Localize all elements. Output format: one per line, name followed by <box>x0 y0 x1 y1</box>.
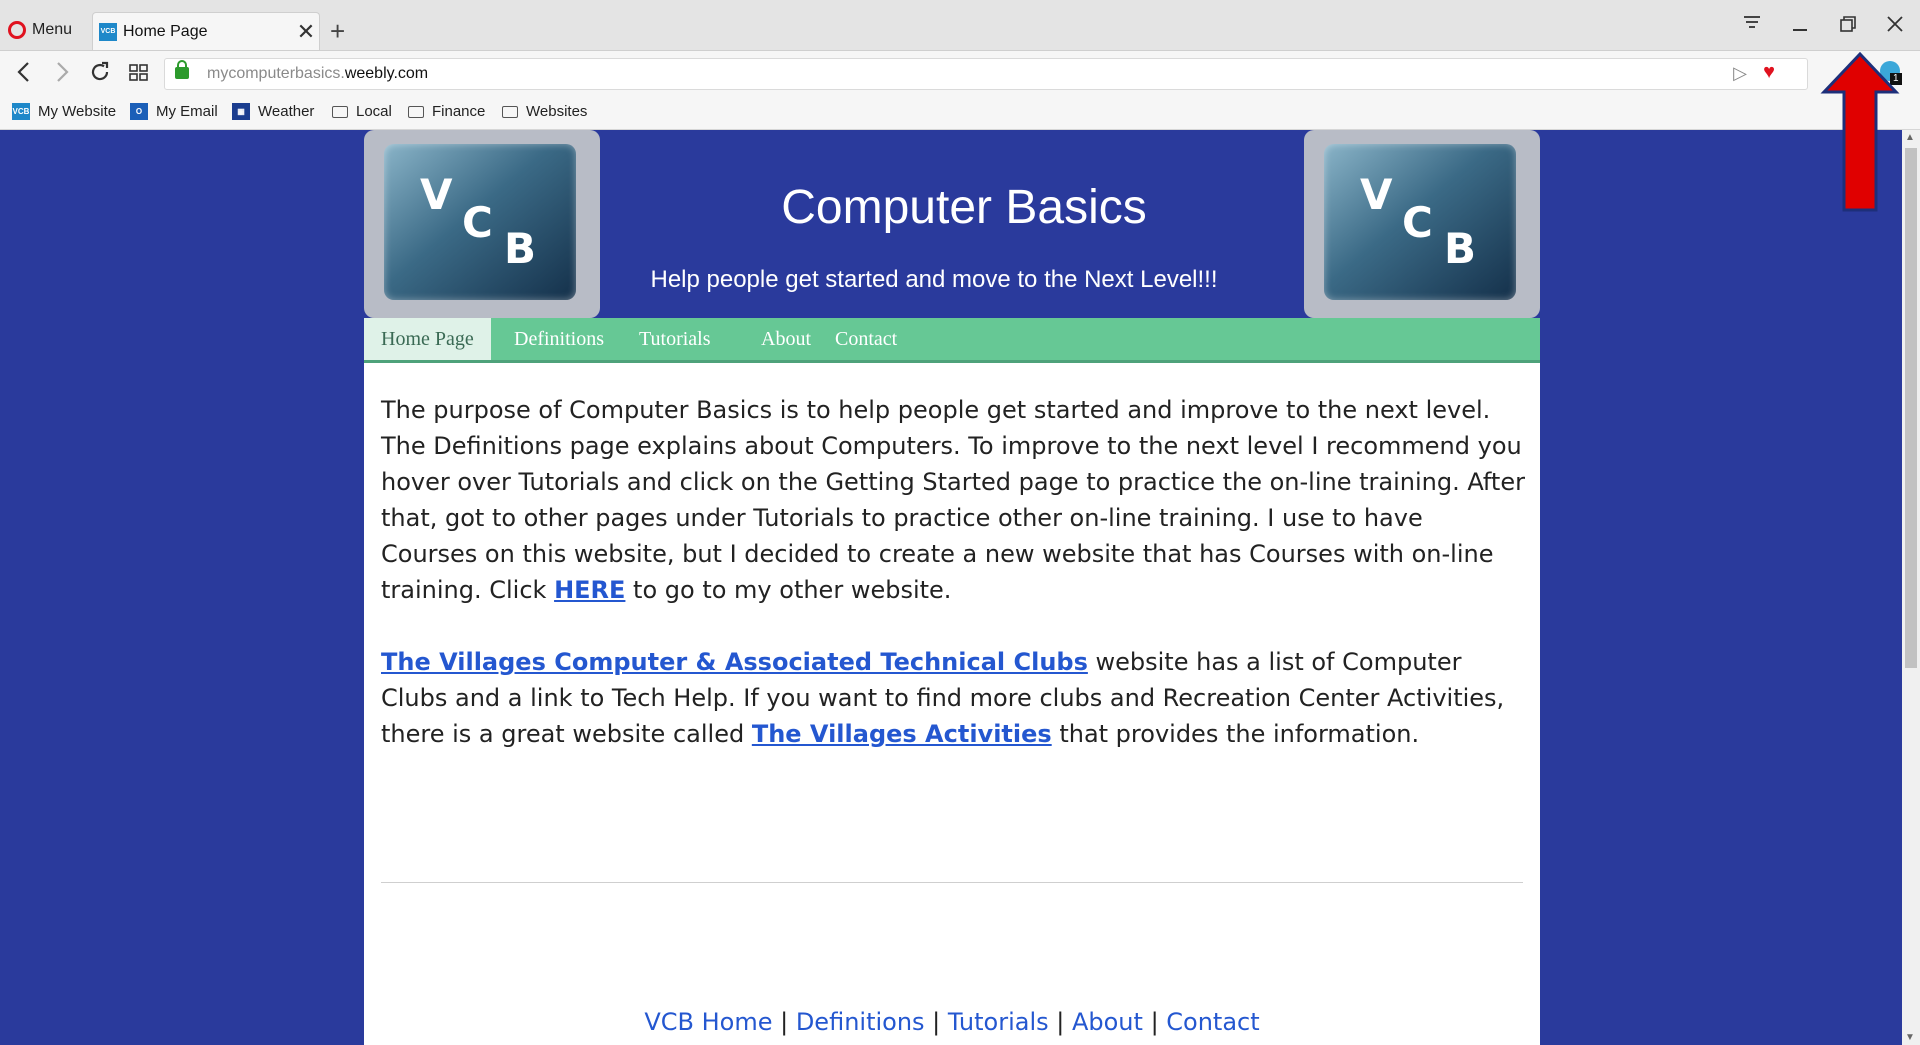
footer-vcb-home-link[interactable]: VCB Home <box>644 1008 772 1036</box>
opera-logo-icon <box>8 21 26 39</box>
new-tab-button[interactable]: + <box>330 18 345 44</box>
url-text: mycomputerbasics.weebly.com <box>207 65 429 82</box>
bookmark-weather[interactable]: ▦ Weather <box>232 103 314 120</box>
heart-icon[interactable]: ♥ <box>1763 61 1775 84</box>
vcb-logo-icon: V C B <box>1324 144 1516 300</box>
bookmark-label: Local <box>356 103 392 120</box>
web-page: V C B Computer Basics Help people get st… <box>364 130 1540 1045</box>
content-divider <box>381 882 1523 883</box>
bookmark-my-website[interactable]: VCB My Website <box>12 103 116 120</box>
villages-activities-link[interactable]: The Villages Activities <box>752 720 1052 748</box>
bookmark-label: My Website <box>38 103 117 120</box>
annotation-arrow-icon <box>1820 52 1900 212</box>
menu-label: Menu <box>32 21 73 38</box>
folder-icon <box>408 105 424 118</box>
bookmarks-bar: VCB My Website O My Email ▦ Weather Loca… <box>0 97 1920 130</box>
logo-right[interactable]: V C B <box>1304 130 1540 318</box>
tab-menu-icon[interactable] <box>1742 14 1762 36</box>
logo-left[interactable]: V C B <box>364 130 600 318</box>
lock-icon <box>175 60 189 79</box>
nav-home-page[interactable]: Home Page <box>364 318 491 360</box>
url-input[interactable]: mycomputerbasics.weebly.com ▷ ♥ <box>164 58 1808 90</box>
clubs-paragraph: The Villages Computer & Associated Techn… <box>381 648 1505 748</box>
bookmark-local[interactable]: Local <box>332 103 392 120</box>
page-scrollbar[interactable]: ▲ ▼ <box>1902 130 1920 1045</box>
main-content: The purpose of Computer Basics is to hel… <box>381 392 1526 788</box>
send-icon[interactable]: ▷ <box>1733 63 1747 84</box>
site-title: Computer Basics <box>781 181 1147 234</box>
vcb-favicon-icon: VCB <box>99 22 117 41</box>
site-subtitle: Help people get started and move to the … <box>650 266 1218 293</box>
folder-icon <box>502 105 518 118</box>
minimize-icon[interactable] <box>1790 14 1810 38</box>
reload-icon[interactable] <box>88 59 112 89</box>
bookmark-finance[interactable]: Finance <box>408 103 485 120</box>
nav-contact[interactable]: Contact <box>818 318 914 360</box>
bookmark-label: Weather <box>258 103 315 120</box>
back-icon[interactable] <box>14 59 34 89</box>
tab-bar: Menu VCB Home Page ✕ + <box>0 0 1920 51</box>
opera-menu-button[interactable]: Menu <box>8 16 72 44</box>
bookmark-label: Websites <box>526 103 588 120</box>
scroll-thumb[interactable] <box>1905 148 1917 668</box>
footer-nav: VCB Home | Definitions | Tutorials | Abo… <box>644 1008 1260 1036</box>
footer-definitions-link[interactable]: Definitions <box>796 1008 925 1036</box>
forward-icon[interactable] <box>52 59 72 89</box>
bookmark-label: My Email <box>156 103 218 120</box>
here-link[interactable]: HERE <box>554 576 625 604</box>
weather-icon: ▦ <box>232 103 250 120</box>
scroll-up-icon[interactable]: ▲ <box>1905 132 1915 143</box>
restore-icon[interactable] <box>1838 14 1858 38</box>
site-nav: Home Page Definitions Tutorials About Co… <box>364 318 1540 363</box>
villages-clubs-link[interactable]: The Villages Computer & Associated Techn… <box>381 648 1088 676</box>
nav-definitions[interactable]: Definitions <box>497 318 621 360</box>
footer-contact-link[interactable]: Contact <box>1166 1008 1259 1036</box>
outlook-icon: O <box>130 103 148 120</box>
nav-tutorials[interactable]: Tutorials <box>622 318 728 360</box>
intro-paragraph: The purpose of Computer Basics is to hel… <box>381 396 1525 604</box>
vcb-logo-icon: V C B <box>384 144 576 300</box>
footer-about-link[interactable]: About <box>1072 1008 1143 1036</box>
bookmark-label: Finance <box>432 103 486 120</box>
vcb-icon: VCB <box>12 103 30 120</box>
footer-tutorials-link[interactable]: Tutorials <box>948 1008 1049 1036</box>
folder-icon <box>332 105 348 118</box>
tab-home-page[interactable]: VCB Home Page ✕ <box>92 12 320 50</box>
scroll-down-icon[interactable]: ▼ <box>1905 1032 1915 1043</box>
site-banner: V C B Computer Basics Help people get st… <box>364 130 1540 318</box>
bookmark-my-email[interactable]: O My Email <box>130 103 218 120</box>
address-bar-row: mycomputerbasics.weebly.com ▷ ♥ 1 <box>0 51 1920 97</box>
tab-title: Home Page <box>123 22 208 40</box>
bookmark-websites[interactable]: Websites <box>502 103 587 120</box>
nav-about[interactable]: About <box>744 318 828 360</box>
speed-dial-icon[interactable] <box>128 59 150 89</box>
tab-close-icon[interactable]: ✕ <box>293 20 319 43</box>
close-window-icon[interactable] <box>1885 14 1905 38</box>
